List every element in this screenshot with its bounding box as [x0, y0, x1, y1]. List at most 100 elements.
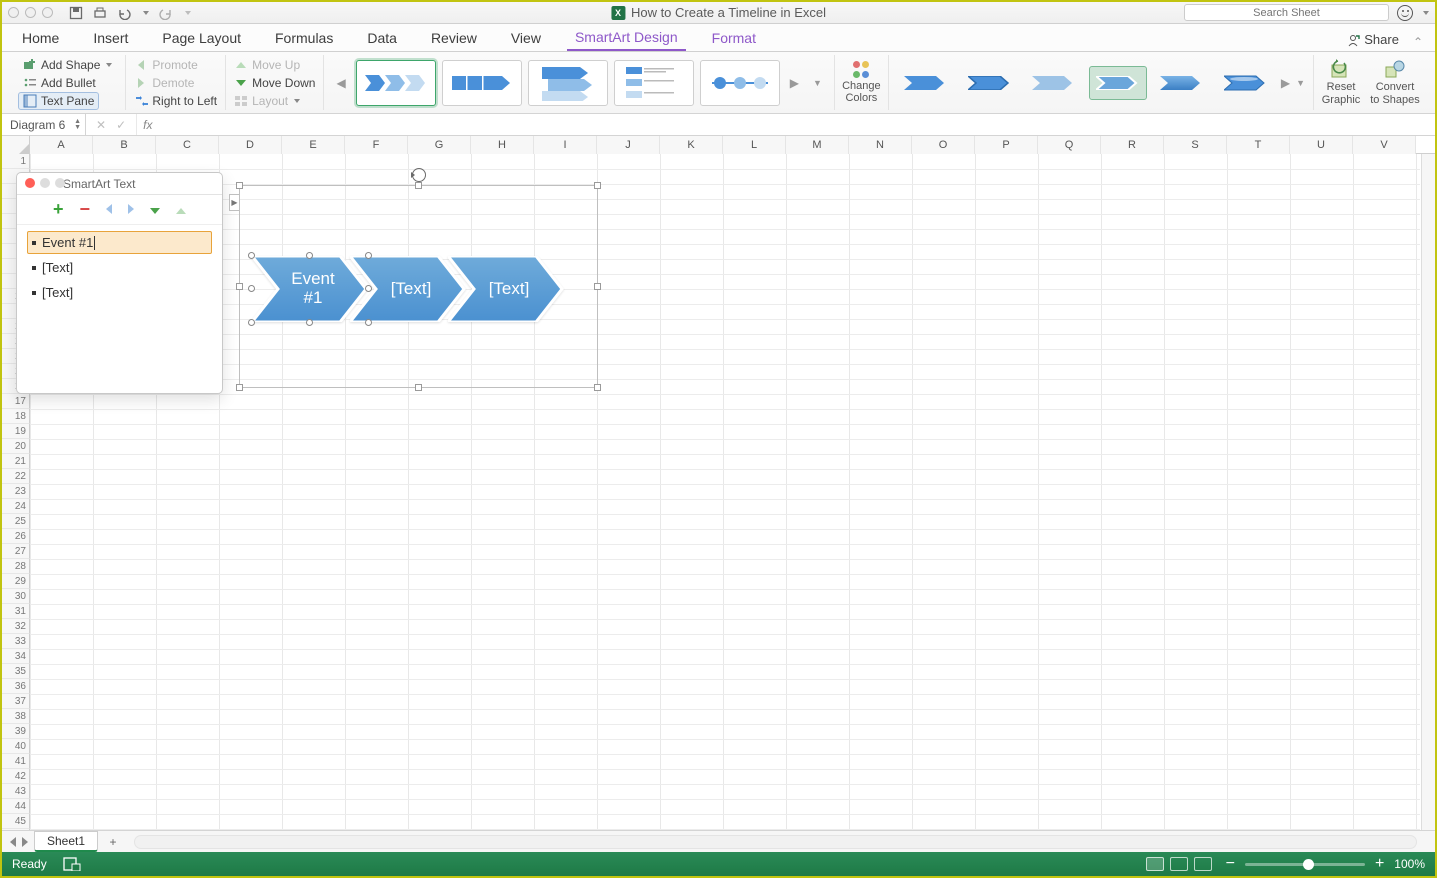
close-window[interactable] [8, 7, 19, 18]
change-colors-button[interactable]: Change Colors [835, 55, 889, 110]
cancel-formula-icon[interactable]: ✕ [96, 118, 106, 132]
undo-icon[interactable] [117, 6, 131, 20]
row-header[interactable]: 31 [2, 604, 30, 619]
row-header[interactable]: 28 [2, 559, 30, 574]
smartart-text-pane[interactable]: SmartArt Text + − Event #1 [Text] [Text] [16, 172, 223, 394]
styles-more[interactable]: ▼ [1296, 78, 1305, 88]
row-header[interactable]: 20 [2, 439, 30, 454]
column-header[interactable]: Q [1038, 136, 1101, 154]
row-header[interactable]: 42 [2, 769, 30, 784]
row-header[interactable]: 46 [2, 829, 30, 830]
row-header[interactable]: 30 [2, 589, 30, 604]
resize-handle-w[interactable] [236, 283, 243, 290]
minimize-window[interactable] [25, 7, 36, 18]
layout-thumb-4[interactable] [614, 60, 694, 106]
tab-smartart-design[interactable]: SmartArt Design [567, 24, 686, 51]
text-pane-item-1[interactable]: Event #1 [27, 231, 212, 254]
layout-thumb-1[interactable] [356, 60, 436, 106]
row-header[interactable]: 33 [2, 634, 30, 649]
style-thumb-4[interactable] [1089, 66, 1147, 100]
collapse-ribbon-icon[interactable]: ⌃ [1413, 35, 1423, 49]
sheet-nav-prev[interactable] [10, 837, 16, 847]
add-sheet-button[interactable]: + [104, 833, 122, 851]
smartart-shape-3[interactable]: [Text] [448, 256, 564, 322]
column-header[interactable]: V [1353, 136, 1416, 154]
tab-view[interactable]: View [503, 24, 549, 51]
row-header[interactable]: 18 [2, 409, 30, 424]
zoom-percent[interactable]: 100% [1394, 857, 1425, 871]
row-header[interactable]: 44 [2, 799, 30, 814]
column-header[interactable]: C [156, 136, 219, 154]
style-thumb-3[interactable] [1025, 66, 1083, 100]
page-layout-view-icon[interactable] [1170, 857, 1188, 871]
column-header[interactable]: H [471, 136, 534, 154]
move-up-icon[interactable] [176, 203, 186, 217]
move-down-icon[interactable] [150, 203, 160, 217]
spreadsheet[interactable]: ABCDEFGHIJKLMNOPQRSTUV 12345678910111213… [2, 136, 1435, 830]
row-header[interactable]: 45 [2, 814, 30, 829]
column-header[interactable]: E [282, 136, 345, 154]
column-header[interactable]: I [534, 136, 597, 154]
column-header[interactable]: M [786, 136, 849, 154]
feedback-icon[interactable] [1397, 5, 1413, 21]
row-header[interactable]: 25 [2, 514, 30, 529]
column-header[interactable]: P [975, 136, 1038, 154]
column-header[interactable]: G [408, 136, 471, 154]
pane-close-icon[interactable] [25, 178, 35, 188]
style-thumb-5[interactable] [1153, 66, 1211, 100]
normal-view-icon[interactable] [1146, 857, 1164, 871]
text-pane-item-3[interactable]: [Text] [27, 281, 212, 304]
row-header[interactable]: 41 [2, 754, 30, 769]
tab-review[interactable]: Review [423, 24, 485, 51]
save-icon[interactable] [69, 6, 83, 20]
row-header[interactable]: 22 [2, 469, 30, 484]
tab-format[interactable]: Format [704, 24, 764, 51]
row-header[interactable]: 19 [2, 424, 30, 439]
resize-handle-nw[interactable] [236, 182, 243, 189]
tab-formulas[interactable]: Formulas [267, 24, 341, 51]
row-header[interactable]: 24 [2, 499, 30, 514]
tab-page-layout[interactable]: Page Layout [154, 24, 249, 51]
row-header[interactable]: 1 [2, 154, 30, 169]
gallery-more[interactable]: ▼ [809, 78, 826, 88]
row-header[interactable]: 43 [2, 784, 30, 799]
row-header[interactable]: 29 [2, 574, 30, 589]
text-pane-item-2[interactable]: [Text] [27, 256, 212, 279]
resize-handle-ne[interactable] [594, 182, 601, 189]
add-item-icon[interactable]: + [53, 199, 64, 220]
column-header[interactable]: F [345, 136, 408, 154]
resize-handle-e[interactable] [594, 283, 601, 290]
gallery-prev[interactable]: ◀ [332, 76, 349, 90]
vertical-scrollbar[interactable] [1421, 154, 1435, 830]
row-header[interactable]: 26 [2, 529, 30, 544]
search-sheet-input[interactable] [1184, 4, 1389, 21]
tab-data[interactable]: Data [359, 24, 405, 51]
move-down-button[interactable]: Move Down [252, 76, 315, 90]
column-header[interactable]: B [93, 136, 156, 154]
tab-home[interactable]: Home [14, 24, 67, 51]
style-thumb-2[interactable] [961, 66, 1019, 100]
row-header[interactable]: 27 [2, 544, 30, 559]
undo-dropdown[interactable] [143, 11, 149, 15]
resize-handle-s[interactable] [415, 384, 422, 391]
column-header[interactable]: R [1101, 136, 1164, 154]
row-header[interactable]: 39 [2, 724, 30, 739]
convert-to-shapes-button[interactable]: Convert to Shapes [1368, 55, 1422, 110]
row-header[interactable]: 35 [2, 664, 30, 679]
tab-insert[interactable]: Insert [85, 24, 136, 51]
column-header[interactable]: L [723, 136, 786, 154]
styles-next[interactable]: ▶ [1281, 76, 1290, 90]
style-thumb-6[interactable] [1217, 66, 1275, 100]
zoom-in-button[interactable]: + [1375, 855, 1384, 873]
remove-item-icon[interactable]: − [80, 199, 91, 220]
row-header[interactable]: 17 [2, 394, 30, 409]
column-header[interactable]: U [1290, 136, 1353, 154]
column-header[interactable]: N [849, 136, 912, 154]
column-header[interactable]: D [219, 136, 282, 154]
resize-handle-n[interactable] [415, 182, 422, 189]
column-header[interactable]: T [1227, 136, 1290, 154]
redo-icon[interactable] [159, 6, 173, 20]
share-button[interactable]: Share [1346, 32, 1399, 47]
style-thumb-1[interactable] [897, 66, 955, 100]
fx-label[interactable]: fx [137, 118, 158, 132]
